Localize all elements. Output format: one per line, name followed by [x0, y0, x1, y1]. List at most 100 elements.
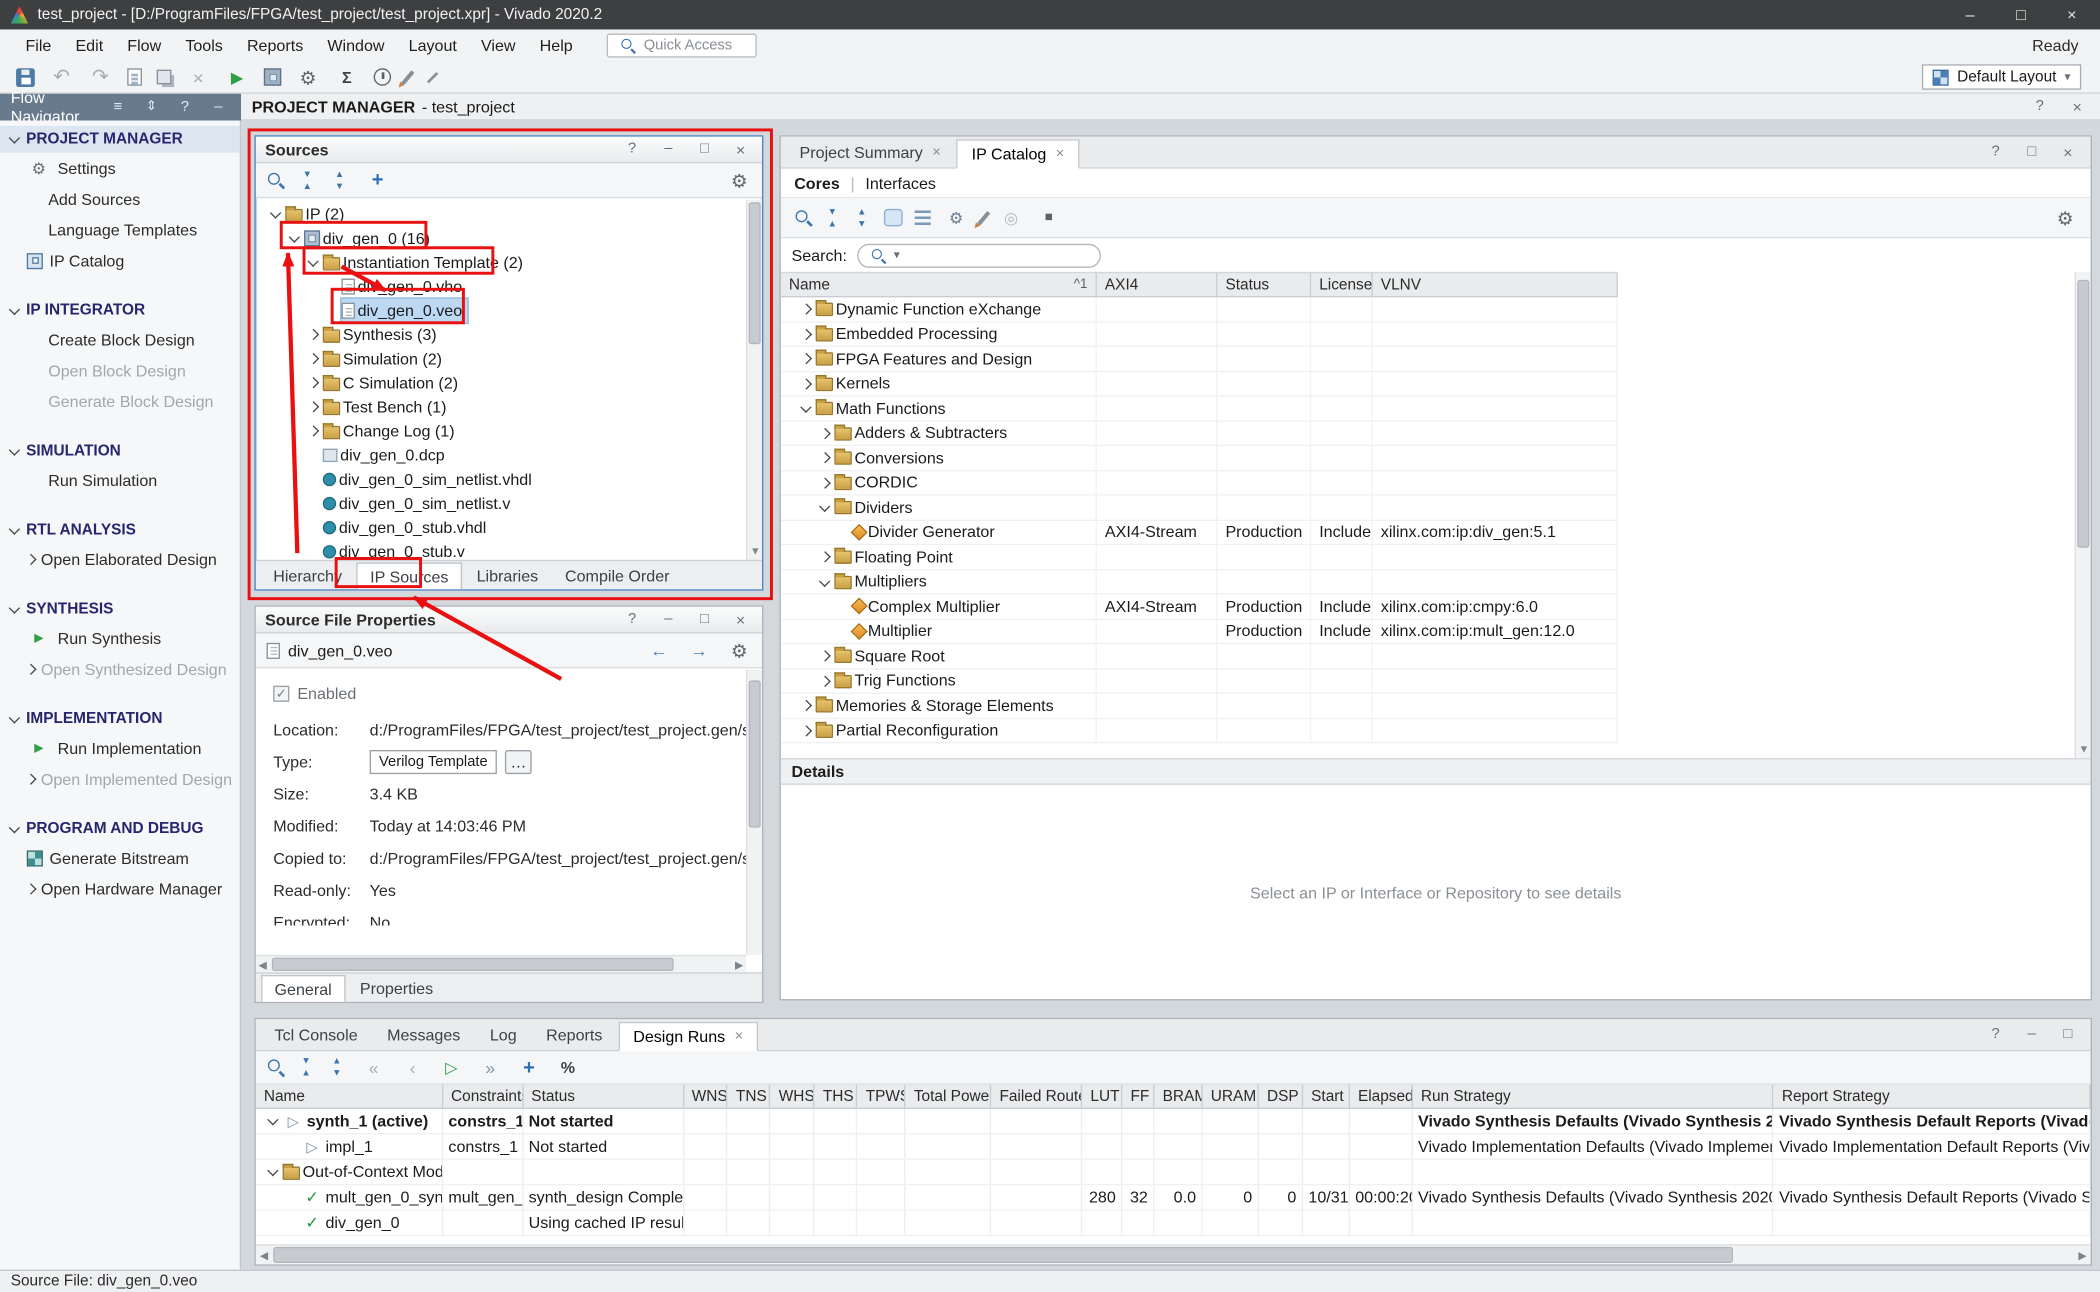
- quick-access-search[interactable]: Quick Access: [606, 33, 756, 57]
- catalog-row-conversions[interactable]: Conversions: [781, 446, 1618, 471]
- forward-icon[interactable]: →: [687, 638, 711, 662]
- close-button[interactable]: ×: [2063, 5, 2082, 24]
- help-icon[interactable]: ?: [620, 137, 644, 161]
- target-disabled-icon[interactable]: ◎: [999, 206, 1023, 230]
- settings-icon[interactable]: ⚙: [2053, 206, 2077, 230]
- menu-flow[interactable]: Flow: [115, 32, 173, 59]
- catalog-row-adders-subtracters[interactable]: Adders & Subtracters: [781, 421, 1618, 446]
- column-header-name[interactable]: Name: [256, 1085, 443, 1108]
- menu-edit[interactable]: Edit: [63, 32, 115, 59]
- catalog-row-complex-multiplier[interactable]: Complex MultiplierAXI4-StreamProductionI…: [781, 595, 1618, 620]
- column-header-tpws[interactable]: TPWS: [858, 1085, 906, 1108]
- runs-horizontal-scrollbar[interactable]: ◀ ▶: [256, 1244, 2091, 1264]
- chevron-down-icon[interactable]: [308, 256, 318, 266]
- chevron-right-icon[interactable]: [308, 354, 318, 364]
- sidebar-item-run-simulation[interactable]: Run Simulation: [0, 465, 240, 496]
- sidebar-item-open-block-design[interactable]: Open Block Design: [0, 355, 240, 386]
- close-icon[interactable]: ×: [1056, 146, 1065, 162]
- expand-all-icon[interactable]: [856, 208, 872, 227]
- sidebar-section-synthesis[interactable]: SYNTHESIS: [0, 596, 240, 623]
- chevron-right-icon[interactable]: [801, 378, 811, 388]
- sfp-panel-header[interactable]: Source File Properties ?–□×: [256, 607, 762, 634]
- tab-libraries[interactable]: Libraries: [465, 563, 551, 590]
- column-header-wns[interactable]: WNS: [684, 1085, 728, 1108]
- tab-project-summary[interactable]: Project Summary×: [786, 138, 954, 167]
- sfp-horizontal-scrollbar[interactable]: ◀ ▶: [256, 955, 746, 972]
- menu-icon[interactable]: ≡: [106, 95, 130, 119]
- menu-file[interactable]: File: [13, 32, 63, 59]
- scrollbar-thumb[interactable]: [749, 202, 761, 344]
- column-header-report-strategy[interactable]: Report Strategy: [1774, 1085, 2091, 1108]
- chevron-right-icon[interactable]: [308, 378, 318, 388]
- catalog-search-input[interactable]: ▾: [858, 243, 1102, 267]
- sidebar-item-generate-block-design[interactable]: Generate Block Design: [0, 386, 240, 417]
- sidebar-section-simulation[interactable]: SIMULATION: [0, 438, 240, 465]
- maximize-icon[interactable]: □: [2020, 140, 2044, 164]
- column-header-start[interactable]: Start: [1303, 1085, 1350, 1108]
- layout-selector[interactable]: Default Layout ▾: [1922, 64, 2081, 89]
- catalog-row-multipliers[interactable]: Multipliers: [781, 570, 1618, 595]
- sidebar-section-implementation[interactable]: IMPLEMENTATION: [0, 706, 240, 733]
- sfp-vertical-scrollbar[interactable]: [746, 670, 762, 955]
- column-header-status[interactable]: Status: [523, 1085, 683, 1108]
- sidebar-item-open-implemented-design[interactable]: Open Implemented Design: [0, 763, 240, 794]
- tree-item-div-gen-0-stub-vhdl[interactable]: div_gen_0_stub.vhdl: [256, 516, 746, 540]
- column-header-license[interactable]: License: [1311, 273, 1373, 296]
- column-header-axi4[interactable]: AXI4: [1097, 273, 1218, 296]
- sidebar-item-run-synthesis[interactable]: ▶Run Synthesis: [0, 623, 240, 654]
- sidebar-section-ip-integrator[interactable]: IP INTEGRATOR: [0, 297, 240, 324]
- collapse-all-icon[interactable]: [300, 1058, 316, 1077]
- customize-ip-icon[interactable]: ⚙: [944, 206, 968, 230]
- chevron-right-icon[interactable]: [820, 675, 830, 685]
- browse-button[interactable]: …: [505, 750, 532, 774]
- collapse-all-icon[interactable]: [826, 208, 842, 227]
- add-ip-icon[interactable]: [977, 210, 990, 225]
- column-header-failed-routes[interactable]: Failed Routes: [991, 1085, 1082, 1108]
- column-header-ths[interactable]: THS: [815, 1085, 858, 1108]
- menu-reports[interactable]: Reports: [235, 32, 315, 59]
- chevron-right-icon[interactable]: [820, 428, 830, 438]
- scroll-left-icon[interactable]: ◀: [260, 1251, 268, 1262]
- edit-icon[interactable]: [401, 70, 414, 85]
- minimize-icon[interactable]: –: [656, 607, 680, 631]
- tab-ip-catalog[interactable]: IP Catalog×: [957, 139, 1079, 168]
- close-icon[interactable]: ×: [729, 137, 753, 161]
- tab-hierarchy[interactable]: Hierarchy: [261, 563, 354, 590]
- save-icon[interactable]: [16, 68, 35, 87]
- help-icon[interactable]: ?: [620, 607, 644, 631]
- collapse-all-icon[interactable]: [301, 171, 317, 190]
- run-icon[interactable]: ▶: [225, 65, 249, 89]
- column-header-total-power[interactable]: Total Power: [906, 1085, 992, 1108]
- menu-tools[interactable]: Tools: [173, 32, 235, 59]
- tab-compile-order[interactable]: Compile Order: [553, 563, 682, 590]
- step-back-icon[interactable]: ‹: [400, 1055, 424, 1079]
- run-row-impl-1[interactable]: impl_1constrs_1Not startedVivado Impleme…: [256, 1134, 2091, 1159]
- sources-panel-header[interactable]: Sources ?–□×: [256, 137, 762, 164]
- menu-layout[interactable]: Layout: [397, 32, 469, 59]
- chevron-down-icon[interactable]: [820, 575, 830, 585]
- scrollbar-thumb[interactable]: [272, 958, 674, 971]
- go-first-icon[interactable]: «: [362, 1055, 386, 1079]
- sidebar-item-generate-bitstream[interactable]: Generate Bitstream: [0, 842, 240, 873]
- column-header-ff[interactable]: FF: [1122, 1085, 1154, 1108]
- catalog-row-dynamic-function-exchange[interactable]: Dynamic Function eXchange: [781, 297, 1618, 322]
- sidebar-item-open-elaborated-design[interactable]: Open Elaborated Design: [0, 544, 240, 575]
- catalog-row-math-functions[interactable]: Math Functions: [781, 396, 1618, 421]
- tab-general[interactable]: General: [261, 975, 345, 1002]
- chevron-right-icon[interactable]: [820, 452, 830, 462]
- tree-item-div-gen-0-veo[interactable]: div_gen_0.veo: [256, 299, 746, 323]
- catalog-vertical-scrollbar[interactable]: ▼: [2075, 272, 2091, 758]
- back-icon[interactable]: ←: [647, 638, 671, 662]
- tree-item-div-gen-0-16[interactable]: div_gen_0 (16): [256, 226, 746, 250]
- sidebar-section-rtl-analysis[interactable]: RTL ANALYSIS: [0, 517, 240, 544]
- float-icon[interactable]: ⇕: [139, 95, 163, 119]
- sidebar-item-create-block-design[interactable]: Create Block Design: [0, 324, 240, 355]
- flat-view-icon[interactable]: [915, 210, 931, 225]
- timing-icon[interactable]: [374, 68, 391, 85]
- tree-item-div-gen-0-sim-netlist-v[interactable]: div_gen_0_sim_netlist.v: [256, 492, 746, 516]
- tree-item-change-log-1[interactable]: Change Log (1): [256, 419, 746, 443]
- close-icon[interactable]: ×: [932, 145, 941, 161]
- tree-item-synthesis-3[interactable]: Synthesis (3): [256, 323, 746, 347]
- tab-log[interactable]: Log: [476, 1021, 530, 1050]
- maximize-icon[interactable]: □: [692, 137, 716, 161]
